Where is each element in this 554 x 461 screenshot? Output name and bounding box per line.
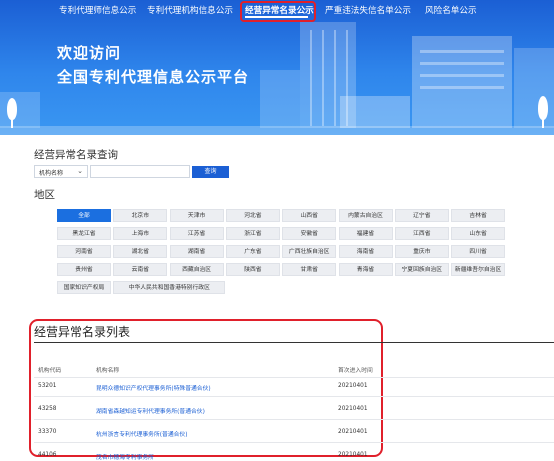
table-row-divider [34,419,554,420]
region-option[interactable]: 河北省 [225,209,280,222]
region-option[interactable]: 北京市 [113,209,168,222]
region-option[interactable]: 黑龙江省 [57,227,111,240]
region-option[interactable]: 山东省 [451,227,506,240]
region-option[interactable]: 新疆维吾尔自治区 [451,263,506,276]
platform-title: 全国专利代理信息公示平台 [57,68,250,86]
nav-item-agent-info[interactable]: 专利代理师信息公示 [59,4,136,16]
column-header-date: 首次进入时间 [338,368,373,374]
region-option[interactable]: 陕西省 [225,263,280,276]
region-option[interactable]: 福建省 [338,227,393,240]
column-header-code: 机构代码 [38,368,62,374]
region-option[interactable]: 云南省 [113,263,168,276]
entry-date: 20210401 [338,429,368,435]
hero-banner: 专利代理师信息公示 专利代理机构信息公示 经营异常名录公示 严重违法失信名单公示… [0,0,554,135]
region-option[interactable]: 甘肃省 [282,263,337,276]
region-option[interactable]: 山西省 [282,209,337,222]
region-option[interactable]: 吉林省 [451,209,506,222]
region-option[interactable]: 国家知识产权局 [57,281,111,294]
table-row-divider [34,396,554,397]
search-type-select[interactable]: 机构名称 ⌄ [34,165,88,178]
column-header-name: 机构名称 [96,368,120,374]
region-option[interactable]: 四川省 [451,245,506,258]
region-option[interactable]: 海南省 [338,245,393,258]
entry-date: 20210401 [338,452,368,458]
region-option[interactable]: 宁夏回族自治区 [394,263,449,276]
tree-decoration [538,96,548,120]
query-section-title: 经营异常名录查询 [34,149,118,161]
table-row-divider [34,442,554,443]
region-option[interactable]: 重庆市 [394,245,449,258]
agency-code: 44106 [38,452,57,458]
region-option[interactable]: 辽宁省 [394,209,449,222]
region-option[interactable]: 浙江省 [225,227,280,240]
building-mid [260,70,300,128]
nav-item-risk-list[interactable]: 风险名单公示 [425,4,477,16]
agency-name-link[interactable]: 杭州浙言专利代理事务所(普通合伙) [96,429,187,438]
building-left [0,92,40,128]
region-option[interactable]: 江苏省 [169,227,224,240]
nav-item-serious-violation[interactable]: 严重违法失信名单公示 [325,4,411,16]
table-header-divider [34,377,554,378]
region-option[interactable]: 湖南省 [169,245,224,258]
region-option[interactable]: 内蒙古自治区 [338,209,393,222]
search-button[interactable]: 查询 [192,166,229,178]
tree-decoration [7,98,17,120]
region-option[interactable]: 全部 [57,209,111,222]
entry-date: 20210401 [338,383,368,389]
region-option[interactable]: 青海省 [338,263,393,276]
nav-highlight-box [240,1,316,22]
region-option[interactable]: 贵州省 [57,263,111,276]
region-option[interactable]: 西藏自治区 [169,263,224,276]
search-input[interactable] [90,165,190,178]
banner-ground [0,126,554,135]
region-option[interactable]: 上海市 [113,227,168,240]
building-low [340,96,410,128]
region-option[interactable]: 广东省 [225,245,280,258]
entry-date: 20210401 [338,406,368,412]
agency-name-link[interactable]: 茂名市穗海专利事务所 [96,452,154,461]
agency-code: 53201 [38,383,57,389]
building-far-right [514,48,554,128]
search-type-value: 机构名称 [39,170,64,177]
agency-name-link[interactable]: 湖南省森越知运专利代理事务所(普通合伙) [96,406,205,415]
nav-item-agency-info[interactable]: 专利代理机构信息公示 [147,4,233,16]
list-title-divider [34,342,554,343]
agency-name-link[interactable]: 昆明众德知识产权代理事务所(特殊普通合伙) [96,383,211,392]
region-label: 地区 [34,189,55,201]
region-option[interactable]: 河南省 [57,245,111,258]
agency-code: 33370 [38,429,57,435]
top-nav: 专利代理师信息公示 专利代理机构信息公示 经营异常名录公示 严重违法失信名单公示… [0,0,554,22]
agency-code: 43258 [38,406,57,412]
region-option[interactable]: 天津市 [169,209,224,222]
welcome-text: 欢迎访问 [57,44,122,62]
region-option[interactable]: 广西壮族自治区 [282,245,337,258]
region-option[interactable]: 中华人民共和国香港特别行政区 [113,281,226,294]
chevron-down-icon: ⌄ [77,167,83,175]
region-option[interactable]: 湖北省 [113,245,168,258]
region-option[interactable]: 安徽省 [282,227,337,240]
list-section-title: 经营异常名录列表 [34,325,131,339]
region-option[interactable]: 江西省 [394,227,449,240]
